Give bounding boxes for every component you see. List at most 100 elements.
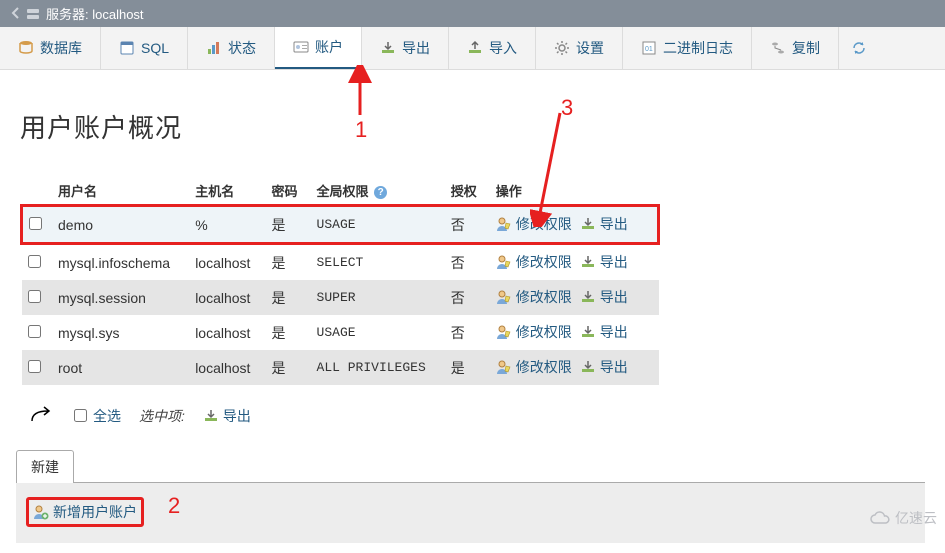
col-host: 主机名 [189, 175, 265, 206]
row-checkbox[interactable] [28, 255, 41, 268]
cell-user: root [52, 350, 189, 385]
col-password: 密码 [266, 175, 311, 206]
titlebar-icons [10, 7, 40, 21]
col-user: 用户名 [52, 175, 189, 206]
edit-priv-link[interactable]: 修改权限 [496, 252, 572, 272]
tab-sql[interactable]: SQL [101, 27, 188, 69]
import-icon [467, 40, 483, 56]
gear-icon [554, 40, 570, 56]
cell-password: 是 [266, 280, 311, 315]
tab-accounts[interactable]: 账户 [275, 27, 362, 69]
edit-priv-icon [496, 216, 512, 232]
cell-password: 是 [266, 350, 311, 385]
server-icon [26, 7, 40, 21]
page-title: 用户账户概况 [20, 108, 925, 145]
edit-priv-icon [496, 324, 512, 340]
titlebar: 服务器: localhost [0, 0, 945, 27]
tab-binlog[interactable]: 01二进制日志 [623, 27, 752, 69]
select-all-checkbox[interactable] [74, 409, 87, 422]
col-action: 操作 [490, 175, 659, 206]
export-icon [580, 359, 596, 375]
watermark: 亿速云 [869, 508, 937, 528]
select-arrow-icon [26, 403, 56, 428]
row-export-link[interactable]: 导出 [580, 322, 628, 342]
cell-grant: 否 [445, 315, 490, 350]
server-label: 服务器: localhost [46, 4, 144, 23]
cell-action: 修改权限 导出 [490, 350, 659, 385]
row-export-link[interactable]: 导出 [580, 252, 628, 272]
cell-user: mysql.sys [52, 315, 189, 350]
binlog-icon: 01 [641, 40, 657, 56]
row-checkbox[interactable] [28, 360, 41, 373]
nav-tabs: 数据库 SQL 状态 账户 导出 导入 设置 01二进制日志 复制 [0, 27, 945, 70]
help-icon[interactable]: ? [374, 186, 387, 199]
edit-priv-link[interactable]: 修改权限 [496, 357, 572, 377]
cell-host: localhost [189, 350, 265, 385]
table-row: mysql.sessionlocalhost是SUPER否 修改权限 导出 [22, 280, 659, 315]
cell-action: 修改权限 导出 [490, 315, 659, 350]
database-icon [18, 40, 34, 56]
export-icon [380, 40, 396, 56]
export-icon [580, 289, 596, 305]
cell-grant: 否 [445, 244, 490, 281]
row-export-link[interactable]: 导出 [580, 214, 628, 234]
edit-priv-link[interactable]: 修改权限 [496, 287, 572, 307]
tab-database[interactable]: 数据库 [0, 27, 101, 69]
tab-settings[interactable]: 设置 [536, 27, 623, 69]
cell-host: % [189, 206, 265, 244]
cell-action: 修改权限 导出 [490, 206, 659, 244]
cell-priv: ALL PRIVILEGES [311, 350, 445, 385]
cell-password: 是 [266, 206, 311, 244]
edit-priv-icon [496, 289, 512, 305]
cell-user: mysql.infoschema [52, 244, 189, 281]
cell-priv: USAGE [311, 315, 445, 350]
accounts-table: 用户名 主机名 密码 全局权限 ? 授权 操作 demo%是USAGE否 修改权… [20, 175, 660, 385]
selected-label: 选中项: [139, 406, 185, 426]
cell-grant: 否 [445, 206, 490, 244]
row-checkbox[interactable] [29, 217, 42, 230]
tab-export[interactable]: 导出 [362, 27, 449, 69]
tab-more[interactable] [839, 27, 879, 69]
table-row: demo%是USAGE否 修改权限 导出 [22, 206, 659, 244]
status-icon [206, 40, 222, 56]
table-row: mysql.syslocalhost是USAGE否 修改权限 导出 [22, 315, 659, 350]
cell-priv: SUPER [311, 280, 445, 315]
refresh-icon [851, 40, 867, 56]
tab-status[interactable]: 状态 [188, 27, 275, 69]
row-export-link[interactable]: 导出 [580, 287, 628, 307]
add-user-link[interactable]: 新增用户账户 [26, 497, 144, 527]
edit-priv-link[interactable]: 修改权限 [496, 214, 572, 234]
cell-user: demo [52, 206, 189, 244]
col-global-priv: 全局权限 ? [311, 175, 445, 206]
main-content: 用户账户概况 用户名 主机名 密码 全局权限 ? 授权 操作 demo%是USA… [0, 70, 945, 553]
edit-priv-link[interactable]: 修改权限 [496, 322, 572, 342]
footer-export[interactable]: 导出 [203, 406, 251, 426]
cell-password: 是 [266, 315, 311, 350]
row-checkbox[interactable] [28, 325, 41, 338]
cell-host: localhost [189, 280, 265, 315]
cell-grant: 是 [445, 350, 490, 385]
cell-grant: 否 [445, 280, 490, 315]
cell-host: localhost [189, 244, 265, 281]
col-checkbox [22, 175, 53, 206]
export-icon [203, 408, 219, 424]
select-all[interactable]: 全选 [74, 406, 121, 426]
tab-import[interactable]: 导入 [449, 27, 536, 69]
tab-replication[interactable]: 复制 [752, 27, 839, 69]
cell-action: 修改权限 导出 [490, 280, 659, 315]
cell-action: 修改权限 导出 [490, 244, 659, 281]
export-icon [580, 324, 596, 340]
svg-text:01: 01 [645, 46, 653, 53]
table-row: mysql.infoschemalocalhost是SELECT否 修改权限 导… [22, 244, 659, 281]
edit-priv-icon [496, 359, 512, 375]
cell-priv: USAGE [311, 206, 445, 244]
add-user-icon [33, 504, 49, 520]
arrow-left-icon [10, 7, 22, 19]
export-icon [580, 216, 596, 232]
col-grant: 授权 [445, 175, 490, 206]
cloud-icon [869, 510, 891, 526]
sql-icon [119, 40, 135, 56]
new-section: 新建 新增用户账户 [16, 450, 925, 543]
row-export-link[interactable]: 导出 [580, 357, 628, 377]
row-checkbox[interactable] [28, 290, 41, 303]
